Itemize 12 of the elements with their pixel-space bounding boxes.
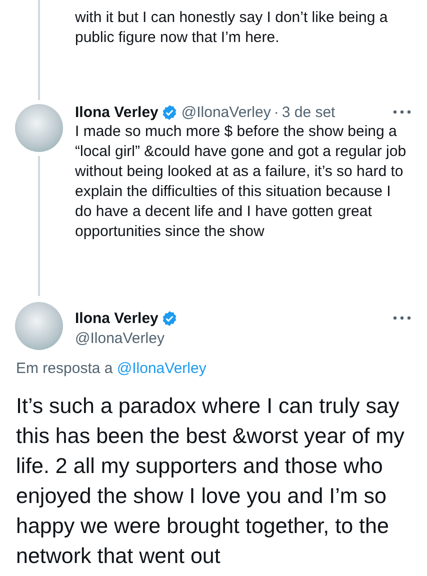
tweet-date[interactable]: 3 de set (282, 104, 336, 120)
author-handle[interactable]: @IlonaVerley (75, 330, 164, 346)
author-name[interactable]: Ilona Verley (75, 104, 158, 120)
author-handle[interactable]: @IlonaVerley (181, 104, 271, 120)
more-icon[interactable] (393, 316, 411, 320)
more-icon[interactable] (393, 110, 411, 114)
author-name[interactable]: Ilona Verley (75, 310, 158, 326)
reply-context: Em resposta a @IlonaVerley (16, 360, 206, 377)
tweet-text: It’s such a paradox where I can truly say this has been the best &worst year of my life. 2 all my supporters and those who enjoyed the show I love you and I’m so happy we were brought together, to the network that went out (15, 393, 406, 570)
separator: · (274, 104, 279, 120)
tweet-text: with it but I can honestly say I don’t like being a public figure now that I’m here. (75, 8, 389, 48)
tweet-text: I made so much more $ before the show being a “local girl” &could have gone and got a regular job without being looked at as a failure, it’s so hard to explain the difficulties of this situation because I do have a decent life and I have gotten great opportunities since the show (75, 122, 408, 242)
